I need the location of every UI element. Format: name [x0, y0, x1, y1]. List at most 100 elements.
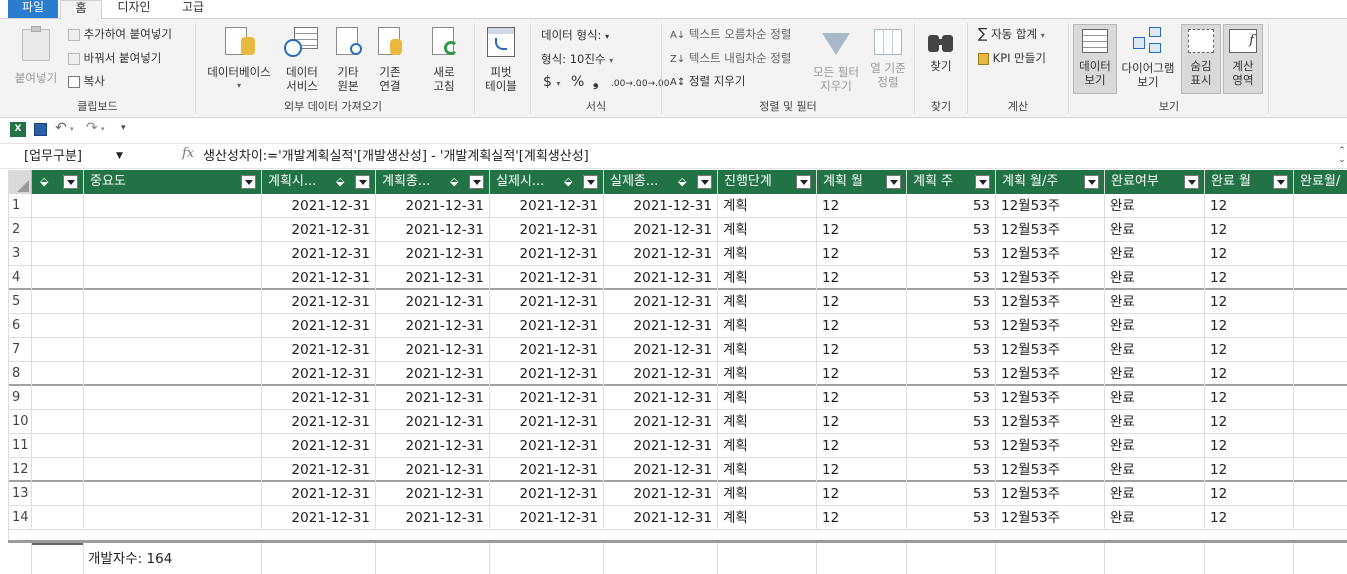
- cell-계획시작[interactable]: 2021-12-31: [262, 242, 376, 266]
- autosum-button[interactable]: ∑ 자동 합계 ▾: [978, 27, 1045, 43]
- column-header-계획종료[interactable]: 계획종... ⬙: [376, 170, 490, 194]
- redo-dropdown-icon[interactable]: ▾: [101, 125, 105, 133]
- cell-업무구분[interactable]: [32, 362, 84, 386]
- sort-ascending-button[interactable]: A↓ 텍스트 오름차순 정렬: [670, 27, 791, 43]
- comma-style-button[interactable]: ❟: [593, 75, 599, 89]
- cell-실제종료[interactable]: 2021-12-31: [604, 506, 718, 530]
- cell-완료월주[interactable]: [1294, 338, 1347, 362]
- cell-진행단계[interactable]: 계획: [718, 218, 817, 242]
- cell-실제시작[interactable]: 2021-12-31: [490, 482, 604, 506]
- cell-중요도[interactable]: [84, 218, 262, 242]
- cell-계획종료[interactable]: 2021-12-31: [376, 194, 490, 218]
- table-row[interactable]: 9 2021-12-31 2021-12-31 2021-12-31 2021-12-3…: [9, 386, 1347, 410]
- column-header-업무구분[interactable]: ⬙: [32, 170, 84, 194]
- cell-업무구분[interactable]: [32, 410, 84, 434]
- cell-실제종료[interactable]: 2021-12-31: [604, 362, 718, 386]
- cell-계획월주[interactable]: 12월53주: [996, 314, 1105, 338]
- cell-계획주[interactable]: 53: [907, 242, 996, 266]
- cell-완료월[interactable]: 12: [1205, 458, 1294, 482]
- cell-실제시작[interactable]: 2021-12-31: [490, 506, 604, 530]
- pivot-table-button[interactable]: 피벗 테이블: [476, 23, 526, 93]
- existing-connections-button[interactable]: 기존 연결: [372, 23, 408, 93]
- cell-완료월주[interactable]: [1294, 410, 1347, 434]
- cell-계획종료[interactable]: 2021-12-31: [376, 242, 490, 266]
- cell-업무구분[interactable]: [32, 290, 84, 314]
- cell-계획월주[interactable]: 12월53주: [996, 410, 1105, 434]
- cell-완료월주[interactable]: [1294, 314, 1347, 338]
- cell-완료월[interactable]: 12: [1205, 434, 1294, 458]
- cell-완료월[interactable]: 12: [1205, 314, 1294, 338]
- cell-계획종료[interactable]: 2021-12-31: [376, 290, 490, 314]
- row-number[interactable]: 2: [9, 218, 32, 242]
- cell-실제종료[interactable]: 2021-12-31: [604, 218, 718, 242]
- cell-계획월주[interactable]: 12월53주: [996, 290, 1105, 314]
- sort-descending-button[interactable]: Z↓ 텍스트 내림차순 정렬: [670, 51, 791, 67]
- column-header-계획월[interactable]: 계획 월: [817, 170, 907, 194]
- cell-완료월[interactable]: 12: [1205, 386, 1294, 410]
- cell-완료월[interactable]: 12: [1205, 506, 1294, 530]
- cell-완료월주[interactable]: [1294, 386, 1347, 410]
- cell-계획월[interactable]: 12: [817, 386, 907, 410]
- select-all-corner[interactable]: [9, 170, 32, 194]
- cell-계획시작[interactable]: 2021-12-31: [262, 410, 376, 434]
- row-number[interactable]: 12: [9, 458, 32, 482]
- row-number[interactable]: 8: [9, 362, 32, 386]
- cell-실제시작[interactable]: 2021-12-31: [490, 434, 604, 458]
- measure-value[interactable]: 개발자수: 164: [88, 547, 172, 567]
- cell-계획시작[interactable]: 2021-12-31: [262, 218, 376, 242]
- calculation-area-button[interactable]: f 계산 영역: [1223, 24, 1263, 94]
- table-row[interactable]: 4 2021-12-31 2021-12-31 2021-12-31 2021-12-3…: [9, 266, 1347, 290]
- cell-계획종료[interactable]: 2021-12-31: [376, 434, 490, 458]
- cell-계획월주[interactable]: 12월53주: [996, 386, 1105, 410]
- cell-실제종료[interactable]: 2021-12-31: [604, 410, 718, 434]
- cell-계획월[interactable]: 12: [817, 410, 907, 434]
- cell-중요도[interactable]: [84, 242, 262, 266]
- filter-dropdown-icon[interactable]: [355, 175, 370, 189]
- save-icon[interactable]: [34, 123, 47, 136]
- cell-실제종료[interactable]: 2021-12-31: [604, 194, 718, 218]
- cell-계획종료[interactable]: 2021-12-31: [376, 386, 490, 410]
- cell-중요도[interactable]: [84, 458, 262, 482]
- cell-계획월주[interactable]: 12월53주: [996, 266, 1105, 290]
- sort-by-column-button[interactable]: 열 기준 정렬: [866, 23, 910, 89]
- cell-완료월주[interactable]: [1294, 506, 1347, 530]
- cell-실제시작[interactable]: 2021-12-31: [490, 266, 604, 290]
- cell-계획주[interactable]: 53: [907, 266, 996, 290]
- cell-완료여부[interactable]: 완료: [1105, 362, 1205, 386]
- data-view-button[interactable]: 데이터 보기: [1073, 24, 1117, 94]
- cell-실제시작[interactable]: 2021-12-31: [490, 386, 604, 410]
- column-header-계획월주[interactable]: 계획 월/주: [996, 170, 1105, 194]
- cell-중요도[interactable]: [84, 410, 262, 434]
- cell-계획종료[interactable]: 2021-12-31: [376, 314, 490, 338]
- cell-완료월주[interactable]: [1294, 218, 1347, 242]
- cell-계획종료[interactable]: 2021-12-31: [376, 266, 490, 290]
- cell-계획월주[interactable]: 12월53주: [996, 362, 1105, 386]
- cell-실제종료[interactable]: 2021-12-31: [604, 434, 718, 458]
- cell-완료월[interactable]: 12: [1205, 410, 1294, 434]
- cell-계획시작[interactable]: 2021-12-31: [262, 338, 376, 362]
- cell-계획주[interactable]: 53: [907, 434, 996, 458]
- other-sources-button[interactable]: 기타 원본: [330, 23, 366, 93]
- cell-완료여부[interactable]: 완료: [1105, 386, 1205, 410]
- cell-계획시작[interactable]: 2021-12-31: [262, 434, 376, 458]
- cell-계획종료[interactable]: 2021-12-31: [376, 410, 490, 434]
- tab-design[interactable]: 디자인: [104, 0, 164, 18]
- cell-실제종료[interactable]: 2021-12-31: [604, 386, 718, 410]
- table-row[interactable]: 1 2021-12-31 2021-12-31 2021-12-31 2021-12-3…: [9, 194, 1347, 218]
- cell-계획월[interactable]: 12: [817, 218, 907, 242]
- cell-계획월주[interactable]: 12월53주: [996, 434, 1105, 458]
- table-row[interactable]: 7 2021-12-31 2021-12-31 2021-12-31 2021-12-3…: [9, 338, 1347, 362]
- table-row[interactable]: 11 2021-12-31 2021-12-31 2021-12-31 2021-12-…: [9, 434, 1347, 458]
- currency-format-button[interactable]: $ ▾: [543, 75, 560, 91]
- cell-진행단계[interactable]: 계획: [718, 506, 817, 530]
- cell-완료여부[interactable]: 완료: [1105, 434, 1205, 458]
- cell-업무구분[interactable]: [32, 314, 84, 338]
- column-header-실제종료[interactable]: 실제종... ⬙: [604, 170, 718, 194]
- cell-완료월[interactable]: 12: [1205, 242, 1294, 266]
- cell-계획시작[interactable]: 2021-12-31: [262, 314, 376, 338]
- cell-중요도[interactable]: [84, 434, 262, 458]
- name-box[interactable]: [업무구분] ▼: [8, 147, 168, 166]
- filter-dropdown-icon[interactable]: [975, 175, 990, 189]
- cell-완료월주[interactable]: [1294, 362, 1347, 386]
- cell-계획시작[interactable]: 2021-12-31: [262, 266, 376, 290]
